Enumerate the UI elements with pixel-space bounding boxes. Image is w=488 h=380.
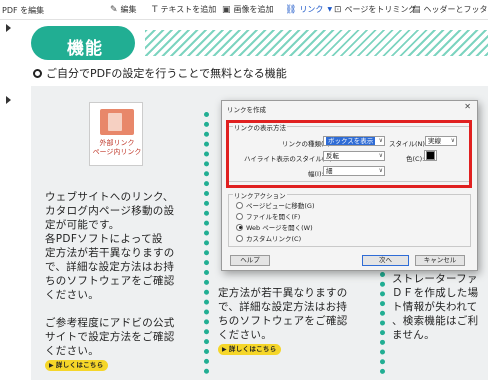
radio-icon <box>236 212 243 220</box>
add-image-button[interactable]: ▣ 画像を追加 <box>222 4 274 15</box>
chevron-down-icon: ▼ <box>327 6 333 13</box>
action-custom-link[interactable]: カスタムリンク(C) <box>236 233 301 243</box>
action-label: カスタムリンク(C) <box>246 235 302 243</box>
radio-icon <box>236 234 243 242</box>
feature-description-column-1: ウェブサイトへのリンク、 カタログ内ページ移動の設 定が可能です。 各PDFソフ… <box>45 176 205 372</box>
close-icon[interactable]: ✕ <box>464 102 471 111</box>
annotation-highlight-box <box>226 120 472 188</box>
action-go-to-page-view[interactable]: ページビューに移動(G) <box>236 200 314 210</box>
action-label: ファイルを開く(F) <box>246 213 301 221</box>
editor-toolbar: PDF を編集 ✎ 編集 T テキストを追加 ▣ 画像を追加 ⛓ リンク ▼ ⊡… <box>0 0 488 20</box>
action-label: Web ページを開く(W) <box>246 224 313 232</box>
document-illustration-icon <box>100 109 134 135</box>
column-divider-2 <box>380 272 385 374</box>
feature-description-text-2: 定方法が若干異なりますの で、詳細な設定方法はお持 ちのソフトウェアをご確認 く… <box>218 287 348 341</box>
next-button[interactable]: 次へ <box>362 255 409 266</box>
action-open-file[interactable]: ファイルを開く(F) <box>236 211 300 221</box>
feature-banner: 機能 <box>31 26 135 60</box>
toolbar-title: PDF を編集 <box>2 6 45 15</box>
feature-description-text: ウェブサイトへのリンク、 カタログ内ページ移動の設 定が可能です。 各PDFソフ… <box>45 191 175 357</box>
scroll-left-icon[interactable] <box>6 24 11 32</box>
details-link-label: 詳しくはこちら <box>55 360 104 369</box>
section-subtitle: ご自分でPDFの設定を行うことで無料となる機能 <box>33 65 287 81</box>
link-icon: ⛓ <box>285 4 297 15</box>
link-label: リンク <box>299 5 324 14</box>
details-link-badge[interactable]: ▶ 詳しくはこちら <box>45 359 108 371</box>
crop-page-icon: ⊡ <box>334 4 342 15</box>
column-divider <box>204 112 209 374</box>
banner-title: 機能 <box>67 39 103 59</box>
radio-selected-icon <box>236 223 243 231</box>
crop-pages-label: ページをトリミング <box>344 5 417 14</box>
action-open-web-page[interactable]: Web ページを開く(W) <box>236 222 313 232</box>
text-add-icon: T <box>152 4 158 15</box>
section-subtitle-text: ご自分でPDFの設定を行うことで無料となる機能 <box>46 67 287 80</box>
feature-description-column-2: 定方法が若干異なりますの で、詳細な設定方法はお持 ちのソフトウェアをご確認 く… <box>218 272 378 356</box>
header-footer-button[interactable]: ▤ ヘッダーとフッター <box>412 4 488 15</box>
header-footer-icon: ▤ <box>412 4 421 15</box>
prev-page-icon[interactable] <box>6 96 11 104</box>
action-label: ページビューに移動(G) <box>246 202 315 210</box>
edit-button[interactable]: ✎ 編集 <box>110 4 137 15</box>
link-action-legend: リンクアクション <box>233 190 287 200</box>
header-footer-label: ヘッダーとフッター <box>423 5 488 14</box>
details-link-label-2: 詳しくはこちら <box>228 344 277 353</box>
add-text-label: テキストを追加 <box>160 5 217 14</box>
link-feature-thumbnail: 外部リンク ページ内リンク <box>89 102 143 166</box>
image-add-icon: ▣ <box>222 4 231 15</box>
banner-stripe-decoration <box>145 30 488 56</box>
cancel-button[interactable]: キャンセル <box>415 255 465 266</box>
radio-icon <box>236 201 243 209</box>
details-link-badge-2[interactable]: ▶ 詳しくはこちら <box>218 343 281 355</box>
crop-pages-button[interactable]: ⊡ ページをトリミング <box>334 4 416 15</box>
bullet-circle-icon <box>33 68 42 78</box>
link-feature-caption: 外部リンク ページ内リンク <box>92 139 142 156</box>
link-button[interactable]: ⛓ リンク ▼ <box>285 4 332 15</box>
dialog-title: リンクを作成 <box>227 106 266 114</box>
edit-icon: ✎ <box>110 4 118 15</box>
edit-label: 編集 <box>120 5 137 14</box>
feature-description-column-3: ストレーターファ ＤＦを作成した場 ト情報が失われて 、検索機能はご利 ません。 <box>392 273 479 341</box>
add-text-button[interactable]: T テキストを追加 <box>152 4 216 15</box>
help-button[interactable]: ヘルプ <box>230 255 270 266</box>
add-image-label: 画像を追加 <box>233 5 274 14</box>
